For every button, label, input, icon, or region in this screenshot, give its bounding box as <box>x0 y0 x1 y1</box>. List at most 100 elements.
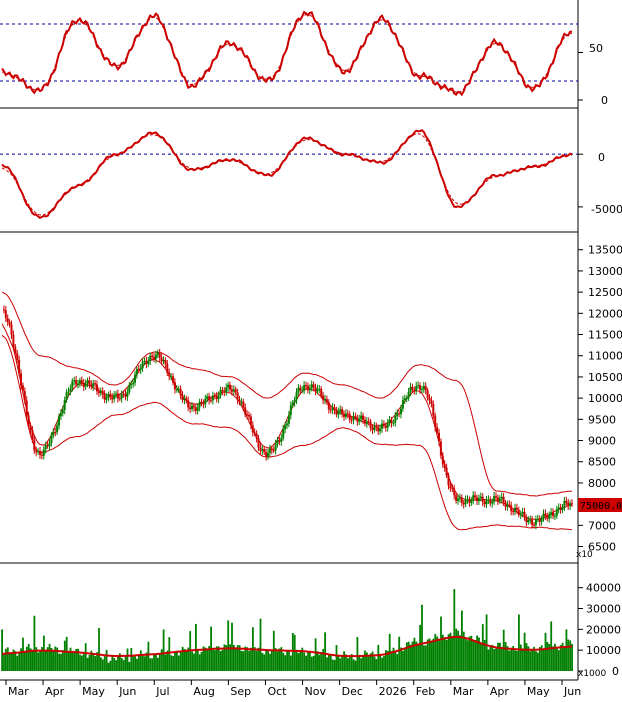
volume-bar <box>504 642 507 671</box>
candle-body <box>158 352 161 358</box>
volume-bar <box>65 636 68 671</box>
volume-bar <box>177 655 180 671</box>
candle-body <box>464 499 467 505</box>
candle-body <box>92 383 95 387</box>
volume-tick-label: 40000 <box>586 582 621 595</box>
volume-bar <box>168 637 171 671</box>
volume-bar <box>390 650 393 671</box>
candle-body <box>287 415 290 424</box>
volume-bar <box>362 655 364 671</box>
candle-body <box>236 392 239 401</box>
candle-body <box>447 475 450 486</box>
candle-body <box>240 401 243 403</box>
time-label: May <box>82 685 105 698</box>
volume-bar <box>472 640 475 671</box>
volume-bar <box>495 648 497 671</box>
time-label: Apr <box>490 685 510 698</box>
candle-body <box>130 384 133 386</box>
rsi-tick-label-50: 50 <box>589 42 603 55</box>
candle-body <box>358 418 361 422</box>
candle-body <box>153 357 155 360</box>
candle-body <box>346 413 349 415</box>
volume-bar <box>489 646 492 671</box>
candle-body <box>305 385 307 387</box>
candle-body <box>430 400 433 404</box>
candle-body <box>356 417 359 422</box>
volume-bar <box>242 651 245 671</box>
volume-bar <box>516 650 518 671</box>
candle-body <box>531 519 534 525</box>
volume-bar <box>400 647 402 671</box>
volume-multiplier: x1000 <box>578 669 607 679</box>
volume-bar <box>552 646 554 671</box>
time-label: Aug <box>193 685 214 698</box>
candle-body <box>44 444 47 450</box>
volume-bar <box>569 640 572 671</box>
candle-body <box>164 359 167 364</box>
candle-body <box>312 384 315 388</box>
candle-body <box>569 503 572 507</box>
candle-body <box>365 421 368 424</box>
candle-body <box>27 415 30 426</box>
volume-bar <box>453 589 456 671</box>
candle-body <box>400 408 402 415</box>
volume-bar <box>318 654 321 671</box>
candle-body <box>118 398 121 400</box>
candle-body <box>504 502 507 507</box>
candle-body <box>457 498 459 501</box>
volume-bar <box>288 651 290 671</box>
candle-body <box>500 496 503 499</box>
volume-bar <box>379 653 382 671</box>
candle-body <box>156 352 159 355</box>
price-tick-label: 10500 <box>588 371 622 384</box>
volume-bar <box>491 644 494 671</box>
candle-body <box>139 368 142 371</box>
candle-body <box>280 438 283 442</box>
candle-body <box>77 383 79 385</box>
candle-body <box>343 413 345 417</box>
volume-bar <box>373 656 376 671</box>
volume-bar <box>128 661 131 671</box>
price-tick-label: 13500 <box>588 244 622 257</box>
candle-body <box>128 384 131 392</box>
volume-bar <box>326 657 328 671</box>
candle-body <box>468 499 471 503</box>
volume-bar <box>18 653 21 671</box>
candle-body <box>538 518 541 522</box>
price-tick-label: 12500 <box>588 286 622 299</box>
candle-body <box>375 426 378 428</box>
candle-body <box>183 398 186 400</box>
candle-body <box>529 519 532 521</box>
candle-body <box>232 389 235 392</box>
volume-bar <box>335 645 338 671</box>
candle-body <box>94 383 97 385</box>
volume-bar <box>134 656 136 671</box>
volume-bar <box>141 654 144 671</box>
volume-bar <box>320 652 323 671</box>
candle-body <box>320 388 323 396</box>
candle-body <box>426 390 429 398</box>
candle-body <box>540 518 543 522</box>
volume-bar <box>428 638 431 671</box>
volume-bar <box>500 646 503 671</box>
volume-bar <box>158 653 161 671</box>
volume-bar <box>271 650 273 671</box>
volume-bar <box>193 653 195 671</box>
volume-bar <box>24 651 26 671</box>
candle-body <box>542 513 545 519</box>
candle-body <box>527 519 530 523</box>
volume-bar <box>339 658 342 671</box>
volume-bar <box>333 659 336 671</box>
volume-bar <box>438 640 440 671</box>
candle-body <box>2 309 5 311</box>
volume-bar <box>299 650 302 671</box>
price-tick-label: 11000 <box>588 350 622 363</box>
volume-bar <box>37 652 40 671</box>
candle-body <box>194 407 197 411</box>
candle-body <box>409 387 412 392</box>
volume-bar <box>293 634 296 671</box>
macd-tick-label-minus5000: -5000 <box>591 203 622 216</box>
candle-body <box>284 425 287 430</box>
volume-bar <box>259 618 262 671</box>
volume-bar <box>502 629 505 671</box>
